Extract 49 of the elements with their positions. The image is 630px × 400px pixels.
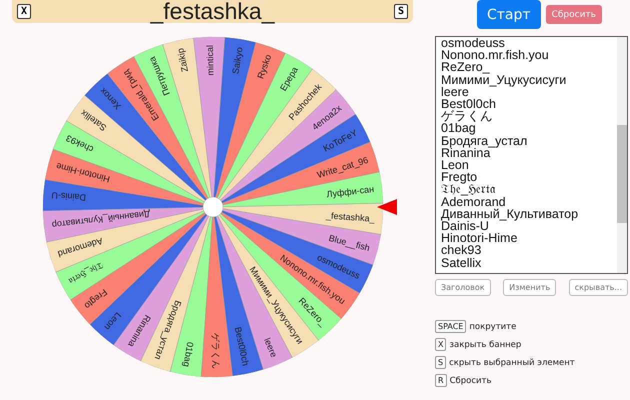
- list-entry: 01bag: [441, 122, 477, 135]
- shortcut-key: S: [435, 356, 446, 369]
- segment-label: Best0l0ch: [232, 326, 251, 367]
- list-button[interactable]: Заголовок: [435, 279, 491, 296]
- shortcut-label: Сбросить: [450, 376, 492, 386]
- pointer-icon: [377, 199, 397, 215]
- list-entry: Hinotori-Hime: [441, 232, 518, 244]
- list-entry: 𝔗𝔥𝔢_ℌ𝔢𝔯𝔱𝔞: [441, 183, 497, 196]
- segment-label: _festashka_: [326, 210, 375, 224]
- hide-key[interactable]: S: [394, 4, 408, 19]
- list-entry: Fregto: [441, 171, 478, 184]
- list-entry: chek93: [441, 244, 482, 257]
- wheel-hub: [202, 196, 224, 218]
- list-entry: Best0l0ch: [441, 98, 497, 110]
- shortcut-key: R: [435, 374, 447, 387]
- list-entry: Мимими_Уцукусисуги: [441, 74, 568, 86]
- segment-label: Zaikip: [175, 47, 190, 73]
- list-entry: Leon: [441, 159, 469, 172]
- list-entry: osmodeuss: [441, 37, 506, 50]
- close-key[interactable]: X: [17, 4, 32, 19]
- list-entry: Ademorand: [441, 196, 506, 208]
- list-entry: Бродяга_устал: [441, 134, 528, 147]
- list-entry: Rinanina: [441, 146, 490, 160]
- list-button[interactable]: Изменить: [503, 279, 556, 296]
- segment-label: mintical: [204, 44, 216, 76]
- segment-label: ゲラくん: [210, 332, 222, 370]
- segment-label: Saikyo: [230, 46, 245, 75]
- segment-label: Rysko: [255, 53, 274, 80]
- banner-title: _festashka_: [150, 0, 275, 23]
- list-entry: leere: [441, 86, 469, 98]
- names-textarea[interactable]: osmodeuss Nonono.mr.fish.you ReZero_ Мимими_Уцукусисуги leere Best0l0ch ゲラくん 01bag Бродяга_устал Rinanina Leon Fregto 𝔗𝔥𝔢_ℌ𝔢𝔯𝔱𝔞 Ademorand Диванный_Культиватор Dainis-U Hinotori-Hime chek93 Satellix: [435, 36, 628, 274]
- segment-label: 01bag: [181, 341, 196, 368]
- shortcut-key: SPACE: [435, 320, 466, 333]
- segment-label: Луффи-сан: [326, 184, 375, 200]
- shortcut-label: скрыть выбранный элемент: [449, 358, 575, 368]
- list-entry: ゲラくん: [441, 110, 494, 122]
- list-entry: ReZero_: [441, 61, 490, 74]
- list-entry: Nonono.mr.fish.you: [441, 49, 550, 62]
- reset-button[interactable]: Сбросить: [546, 5, 602, 24]
- start-button[interactable]: Старт: [477, 0, 541, 29]
- list-entry: Satellix: [441, 256, 482, 269]
- list-button[interactable]: скрывать...: [568, 279, 628, 296]
- shortcut-label: закрыть баннер: [449, 340, 522, 350]
- list-entry: Диванный_Культиватор: [441, 208, 580, 220]
- shortcut-key: X: [435, 338, 446, 351]
- list-entry: Dainis-U: [441, 220, 489, 232]
- segment-label: Dainis-U: [51, 190, 86, 203]
- scrollbar[interactable]: [617, 37, 627, 273]
- shortcut-label: покрутите: [469, 322, 516, 332]
